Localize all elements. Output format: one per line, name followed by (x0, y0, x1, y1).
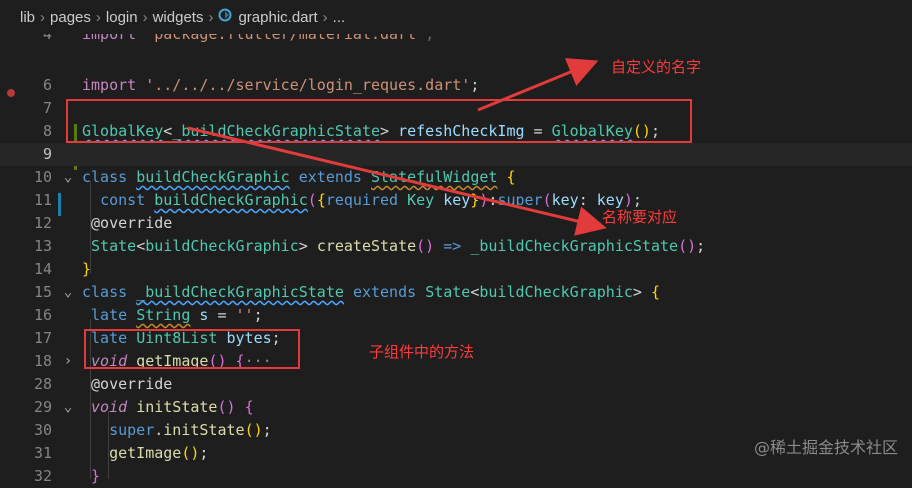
annotation-custom-name: 自定义的名字 (611, 58, 702, 76)
annotation-name-match: 名称要对应 (602, 208, 678, 226)
annotation-arrows (187, 58, 607, 236)
arrow-to-custom-name (477, 58, 599, 112)
annotation-child-method: 子组件中的方法 (369, 343, 475, 361)
arrow-to-name-match (187, 126, 607, 236)
watermark: @稀土掘金技术社区 (753, 438, 898, 457)
